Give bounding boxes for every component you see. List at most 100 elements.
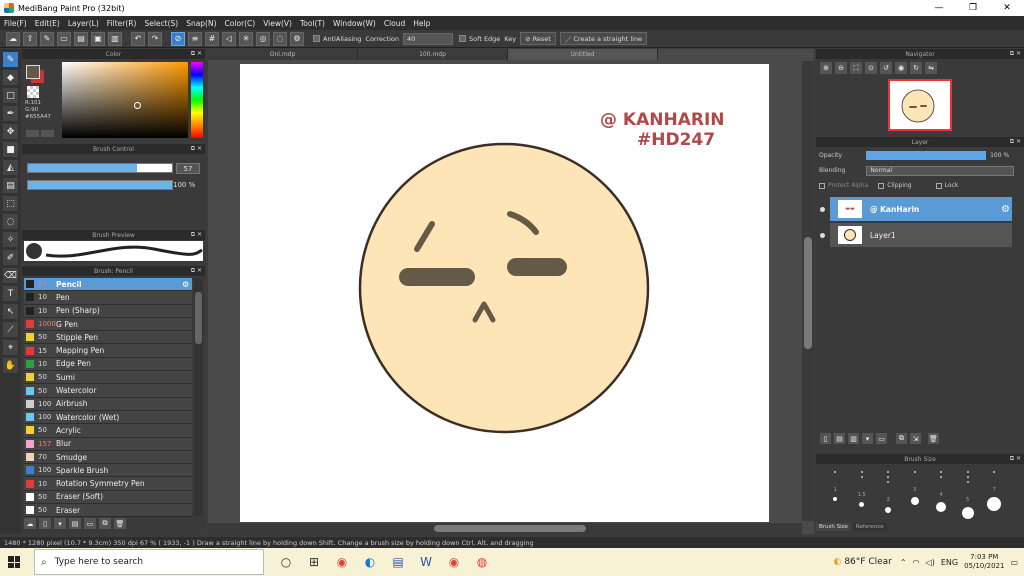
soft-edge-checkbox[interactable] xyxy=(459,35,467,42)
brush-item[interactable]: 157 Blur xyxy=(24,437,192,451)
new-8bit-layer-icon[interactable]: ▥ xyxy=(848,433,859,444)
snap-off-icon[interactable]: ⊘ xyxy=(171,31,185,46)
menu-file[interactable]: File(F) xyxy=(4,19,27,28)
brush-item[interactable]: 1000 G Pen xyxy=(24,317,192,332)
color-history-button[interactable] xyxy=(41,130,54,137)
eyedropper-tool-icon[interactable]: ⌖ xyxy=(3,340,18,355)
brush-size-option[interactable]: 1 xyxy=(822,468,849,519)
brush-item[interactable]: 70 Smudge xyxy=(24,450,192,465)
lasso-tool-icon[interactable]: ◌ xyxy=(3,214,18,229)
menu-window[interactable]: Window(W) xyxy=(333,19,376,28)
brush-item[interactable]: 10 Pen xyxy=(24,291,192,305)
straight-line-button[interactable]: ／ Create a straight line xyxy=(559,32,648,45)
select-tool-icon[interactable]: ⬚ xyxy=(3,196,18,211)
magic-wand-icon[interactable]: ✧ xyxy=(3,232,18,247)
menu-view[interactable]: View(V) xyxy=(263,19,292,28)
comment-icon[interactable]: ✎ xyxy=(40,31,54,46)
zoom-out-icon[interactable]: ⊖ xyxy=(835,62,847,74)
grid-snap-icon[interactable]: # xyxy=(205,31,219,46)
brush-item[interactable]: 100 Watercolor (Wet) xyxy=(24,410,192,425)
layer-item-layer1[interactable]: Layer1 xyxy=(820,223,1012,247)
menu-color[interactable]: Color(C) xyxy=(225,19,256,28)
hue-slider[interactable] xyxy=(191,62,203,138)
brush-tool-icon[interactable]: ✎ xyxy=(3,52,18,67)
radial-snap-icon[interactable]: ✳ xyxy=(239,31,253,46)
dot-tool-icon[interactable]: □ xyxy=(3,88,18,103)
menu-select[interactable]: Select(S) xyxy=(144,19,178,28)
merge-layer-icon[interactable]: ⇲ xyxy=(910,433,921,444)
operation-tool-icon[interactable]: ↖ xyxy=(3,304,18,319)
visibility-icon[interactable] xyxy=(820,232,825,238)
move-tool-icon[interactable]: ✥ xyxy=(3,124,18,139)
share-icon[interactable]: ⇪ xyxy=(23,31,37,46)
brush-folder-icon[interactable]: ▭ xyxy=(84,518,96,529)
menu-layer[interactable]: Layer(L) xyxy=(68,19,99,28)
gradient-tool-icon[interactable]: ▤ xyxy=(3,178,18,193)
brush-item[interactable]: 100 Sparkle Brush xyxy=(24,464,192,478)
eraser-tool-icon[interactable]: ◆ xyxy=(3,70,18,85)
curve-snap-icon[interactable]: ◌ xyxy=(273,31,287,46)
brush-item[interactable]: 50 Acrylic xyxy=(24,424,192,438)
perspective-snap-icon[interactable]: ◁ xyxy=(222,31,236,46)
duplicate-layer-icon[interactable]: ⧉ xyxy=(896,433,907,444)
brush-size-option[interactable]: 1.5 xyxy=(849,468,876,519)
delete-brush-icon[interactable]: 🗑 xyxy=(114,518,126,529)
scroll-thumb[interactable] xyxy=(195,292,202,344)
menu-tool[interactable]: Tool(T) xyxy=(300,19,325,28)
fill-rect-icon[interactable]: ■ xyxy=(3,142,18,157)
panel-controls-icon[interactable]: ⧉ ✕ xyxy=(1010,50,1021,58)
panel-controls-icon[interactable]: ⧉ ✕ xyxy=(191,231,202,239)
duplicate-brush-icon[interactable]: ⧉ xyxy=(99,518,111,529)
panel-controls-icon[interactable]: ⧉ ✕ xyxy=(191,50,202,58)
new-brush-icon[interactable]: ▯ xyxy=(39,518,51,529)
notifications-icon[interactable]: ▭ xyxy=(1010,558,1018,567)
brush-item[interactable]: 50 Sumi xyxy=(24,371,192,385)
brush-item[interactable]: 50 Eraser (Soft) xyxy=(24,490,192,505)
frame-icon[interactable]: ▣ xyxy=(91,31,105,46)
undo-icon[interactable]: ↶ xyxy=(131,31,145,46)
clipping-checkbox[interactable] xyxy=(878,182,885,189)
doc-tab-onl[interactable]: Onl.mdp xyxy=(208,49,358,60)
zoom-in-icon[interactable]: ⊕ xyxy=(820,62,832,74)
delete-layer-icon[interactable]: 🗑 xyxy=(928,433,939,444)
minimize-button[interactable]: — xyxy=(922,0,956,16)
brush-settings-icon[interactable]: ▤ xyxy=(69,518,81,529)
word-icon[interactable]: W xyxy=(412,548,440,576)
brush-item[interactable]: 50 Watercolor xyxy=(24,384,192,398)
brush-size-option[interactable]: 4 xyxy=(928,468,955,519)
bucket-tool-icon[interactable]: ◭ xyxy=(3,160,18,175)
chrome-icon[interactable]: ◉ xyxy=(328,548,356,576)
brush-item[interactable]: 10 Pen (Sharp) xyxy=(24,304,192,318)
color-cursor[interactable] xyxy=(134,102,141,109)
canvas-horizontal-scrollbar[interactable] xyxy=(208,523,802,534)
panel-controls-icon[interactable]: ⧉ ✕ xyxy=(1010,455,1021,463)
menu-help[interactable]: Help xyxy=(413,19,430,28)
brush-item[interactable]: 50 Stipple Pen xyxy=(24,331,192,345)
maximize-button[interactable]: ❐ xyxy=(956,0,990,16)
widgets-icon[interactable]: ⊞ xyxy=(300,548,328,576)
task-view-icon[interactable]: ○ xyxy=(272,548,300,576)
explorer-icon[interactable]: ▤ xyxy=(384,548,412,576)
redo-icon[interactable]: ↷ xyxy=(148,31,162,46)
rotate-reset-icon[interactable]: ◉ xyxy=(895,62,907,74)
visibility-icon[interactable] xyxy=(820,206,825,212)
flip-icon[interactable]: ⇋ xyxy=(925,62,937,74)
panel-controls-icon[interactable]: ⧉ ✕ xyxy=(191,267,202,275)
brush-size-option[interactable]: 2 xyxy=(875,468,902,519)
parallel-snap-icon[interactable]: ≡ xyxy=(188,31,202,46)
add-brush-icon[interactable]: ▾ xyxy=(54,518,66,529)
chat-icon[interactable]: ▭ xyxy=(57,31,71,46)
cloud-icon[interactable]: ☁ xyxy=(6,31,20,46)
doc-tab-untitled[interactable]: Untitled xyxy=(508,49,658,60)
concentric-snap-icon[interactable]: ◎ xyxy=(256,31,270,46)
tray-chevron-icon[interactable]: ⌃ xyxy=(900,558,907,567)
menu-filter[interactable]: Filter(R) xyxy=(107,19,137,28)
brush-item[interactable]: 15 Mapping Pen xyxy=(24,344,192,358)
layer-item-kanharin[interactable]: ▬▬ @ KanHarin ⚙ xyxy=(820,197,1012,221)
new-halftone-layer-icon[interactable]: ▤ xyxy=(834,433,845,444)
tab-brush-size[interactable]: Brush Size xyxy=(816,523,851,531)
brush-size-option[interactable]: 3 xyxy=(902,468,929,519)
close-button[interactable]: ✕ xyxy=(990,0,1024,16)
rotate-right-icon[interactable]: ↻ xyxy=(910,62,922,74)
brush-item[interactable]: 10 Rotation Symmetry Pen xyxy=(24,477,192,491)
